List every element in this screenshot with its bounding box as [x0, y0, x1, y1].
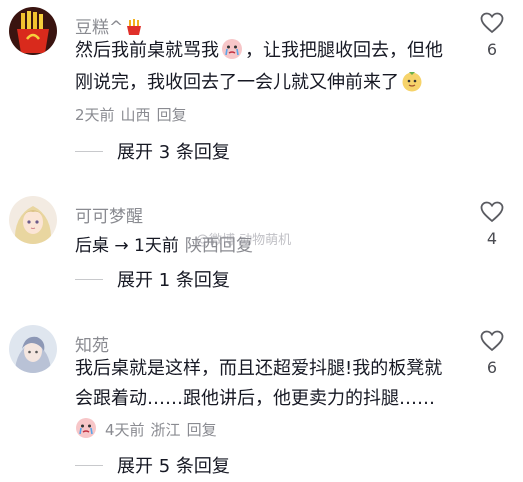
like-button[interactable]: 6	[478, 330, 506, 377]
comment-text: 我后桌就是这样，而且还超爱抖腿!我的板凳就	[75, 358, 443, 379]
expand-replies-button[interactable]: 展开 1 条回复	[75, 266, 230, 292]
avatar[interactable]	[9, 325, 57, 373]
timestamp: 4天前	[105, 421, 145, 439]
comment-text-line2: 会跟着动……跟他讲后，他更卖力的抖腿……	[75, 388, 435, 409]
username[interactable]: 知苑	[75, 331, 109, 356]
heart-icon	[480, 201, 504, 223]
like-button[interactable]: 6	[478, 12, 506, 59]
heart-icon	[480, 330, 504, 352]
crying-emoji-icon	[222, 39, 242, 59]
portrait-avatar-icon	[9, 325, 57, 373]
fries-avatar-icon	[9, 7, 57, 55]
expand-replies-button[interactable]: 展开 5 条回复	[75, 452, 230, 478]
like-count: 6	[486, 40, 498, 59]
expand-divider	[75, 150, 103, 152]
comment-meta: 2天前 山西 回复	[75, 104, 187, 125]
location: 浙江	[150, 421, 181, 439]
expand-divider	[75, 278, 103, 280]
username[interactable]: 豆糕^	[75, 13, 143, 38]
smirk-emoji-icon	[402, 72, 422, 92]
watermark: @微博 动物萌机	[196, 233, 292, 248]
username[interactable]: 可可梦醒	[75, 202, 143, 227]
timestamp: 2天前	[75, 106, 115, 124]
comment-text-line2: 刚说完，我收回去了一会儿就又伸前来了	[75, 68, 425, 98]
comment-meta: 4天前 浙江 回复	[75, 417, 217, 440]
reply-button[interactable]: 回复	[187, 421, 217, 439]
like-button[interactable]: 4	[478, 201, 506, 248]
comment-text: 然后我前桌就骂我 ，让我把腿收回去，但他	[75, 39, 443, 61]
crying-emoji-icon	[76, 418, 96, 438]
fries-badge-icon	[127, 19, 142, 35]
like-count: 4	[486, 229, 498, 248]
like-count: 6	[486, 358, 498, 377]
location: 山西	[120, 106, 151, 124]
expand-divider	[75, 464, 103, 466]
reply-button[interactable]: 回复	[157, 106, 187, 124]
heart-icon	[480, 12, 504, 34]
avatar[interactable]	[9, 7, 57, 55]
avatar[interactable]	[9, 196, 57, 244]
expand-replies-button[interactable]: 展开 3 条回复	[75, 138, 230, 164]
anime-avatar-icon	[9, 196, 57, 244]
